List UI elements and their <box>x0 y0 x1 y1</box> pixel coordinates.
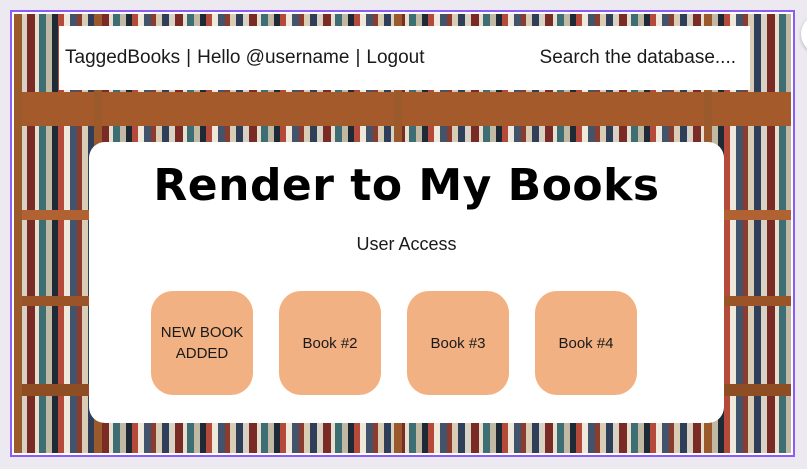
nav-separator: | <box>355 47 361 68</box>
shelf-post <box>14 14 22 453</box>
book-tile-new[interactable]: NEW BOOK ADDED <box>151 291 253 395</box>
nav-separator: | <box>186 47 192 68</box>
top-nav: TaggedBooks | Hello @username | Logout <box>59 26 750 90</box>
subtitle: User Access <box>356 234 457 254</box>
main-card: Render to My Books User Access NEW BOOK … <box>89 142 724 423</box>
brand-link[interactable]: TaggedBooks <box>65 47 180 69</box>
nav-links: TaggedBooks | Hello @username | Logout <box>65 47 425 69</box>
book-tile-2[interactable]: Book #2 <box>279 291 381 395</box>
book-tile-3[interactable]: Book #3 <box>407 291 509 395</box>
page-title: Render to My Books <box>153 160 660 211</box>
search-input[interactable] <box>524 46 738 70</box>
book-list: NEW BOOK ADDED Book #2 Book #3 Book #4 <box>151 291 637 395</box>
side-handle[interactable] <box>801 14 807 54</box>
book-tile-4[interactable]: Book #4 <box>535 291 637 395</box>
logout-link[interactable]: Logout <box>366 47 424 69</box>
greeting-link[interactable]: Hello @username <box>197 47 349 69</box>
